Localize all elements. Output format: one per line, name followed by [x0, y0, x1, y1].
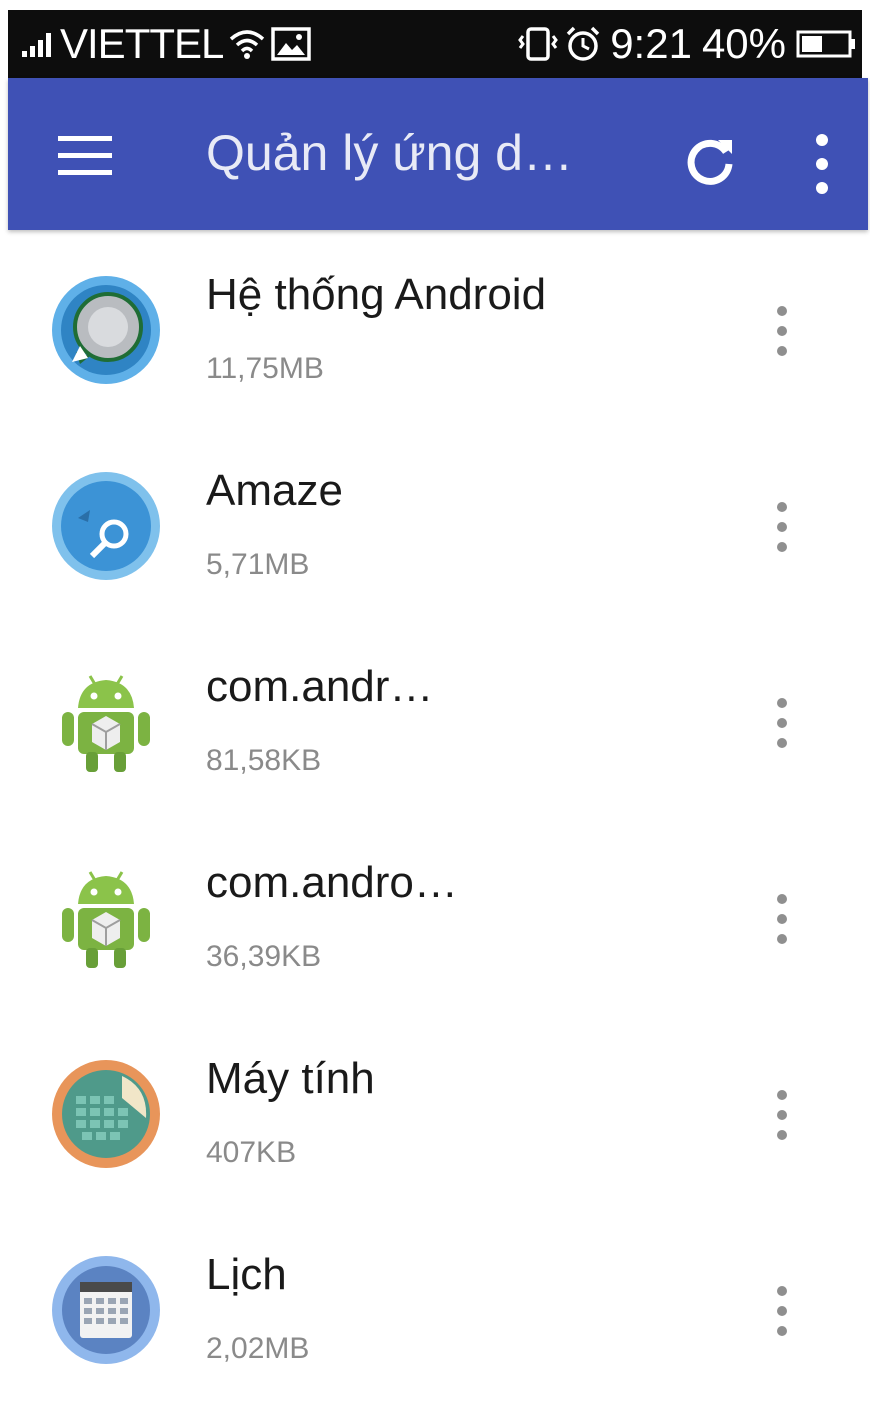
wifi-icon — [230, 30, 265, 59]
app-size: 407KB — [206, 1136, 297, 1169]
image-notification-icon — [271, 27, 312, 61]
app-size: 81,58KB — [206, 744, 322, 777]
app-list: Hệ thống Android 11,75MB Amaze 5,71MB co… — [0, 230, 870, 1406]
vibrate-icon — [518, 27, 559, 61]
app-name: Máy tính — [206, 1054, 375, 1103]
android-robot-icon — [62, 675, 150, 772]
app-size: 36,39KB — [206, 940, 322, 973]
battery-percent: 40% — [701, 20, 786, 67]
list-item[interactable]: Amaze 5,71MB — [0, 426, 870, 622]
clock: 9:21 — [610, 20, 692, 67]
alarm-icon — [566, 26, 600, 61]
signal-icon — [22, 31, 54, 57]
battery-icon — [796, 30, 855, 58]
more-vert-icon[interactable] — [770, 502, 794, 554]
refresh-icon[interactable] — [680, 132, 740, 192]
list-item[interactable]: com.andr… 81,58KB — [0, 622, 870, 818]
status-bar-right: 9:21 40% — [518, 20, 862, 68]
app-name: Amaze — [206, 466, 343, 515]
android-robot-icon — [62, 871, 150, 968]
more-vert-icon[interactable] — [770, 1286, 794, 1338]
more-vert-icon[interactable] — [770, 894, 794, 946]
status-bar: VIETTEL 9:21 40% — [8, 10, 862, 78]
app-size: 2,02MB — [206, 1332, 310, 1365]
status-bar-left: VIETTEL — [8, 20, 312, 68]
app-name: com.andr… — [206, 662, 434, 711]
list-item[interactable]: Máy tính 407KB — [0, 1014, 870, 1210]
calculator-icon — [52, 1060, 160, 1168]
app-size: 5,71MB — [206, 548, 310, 581]
more-vert-icon[interactable] — [770, 698, 794, 750]
app-name: Hệ thống Android — [206, 270, 547, 319]
app-name: com.andro… — [206, 858, 458, 907]
more-vert-icon[interactable] — [770, 1090, 794, 1142]
app-name: Lịch — [206, 1250, 287, 1299]
app-bar: Quản lý ứng d… — [8, 78, 868, 230]
more-vert-icon[interactable] — [770, 306, 794, 358]
android-system-icon — [52, 276, 160, 384]
carrier-name: VIETTEL — [60, 20, 224, 67]
page-title: Quản lý ứng d… — [206, 125, 573, 181]
list-item[interactable]: com.andro… 36,39KB — [0, 818, 870, 1014]
list-item[interactable]: Lịch 2,02MB — [0, 1210, 870, 1406]
app-size: 11,75MB — [206, 352, 324, 385]
calendar-icon — [52, 1256, 160, 1364]
more-vert-icon[interactable] — [806, 124, 836, 204]
amaze-icon — [52, 472, 160, 580]
menu-icon[interactable] — [58, 136, 118, 176]
list-item[interactable]: Hệ thống Android 11,75MB — [0, 230, 870, 426]
